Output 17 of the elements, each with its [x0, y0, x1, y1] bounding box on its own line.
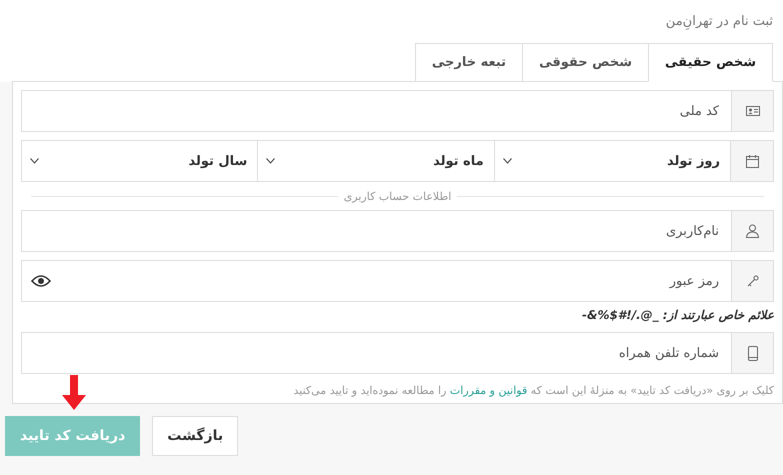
id-card-icon	[746, 105, 760, 117]
key-icon	[746, 275, 758, 287]
mobile-phone-field[interactable]: شماره تلفن همراه	[21, 332, 732, 374]
tab[interactable]: شخص حقیقی	[648, 43, 773, 82]
username-field[interactable]: نام‌کاربری	[21, 210, 732, 252]
password-field[interactable]: رمز عبور	[21, 260, 732, 302]
mobile-phone-icon	[748, 346, 758, 360]
special-characters-note: علائم خاص عبارتند از: _@./!#$%&-	[581, 308, 774, 322]
back-button[interactable]: بازگشت	[152, 416, 238, 456]
tab[interactable]: تبعه خارجی	[414, 43, 524, 82]
arrow-drawing	[61, 375, 87, 411]
section-label: اطلاعات حساب کاربری	[342, 190, 452, 202]
national-id-field[interactable]: کد ملی	[21, 90, 732, 132]
user-icon	[746, 224, 759, 238]
eye-icon[interactable]	[31, 275, 51, 287]
page-title: ثبت نام در تهرانِ‌من	[666, 14, 773, 32]
terms-notice: کلیک بر روی «دریافت کد تایید» به منزلهٔ این است که قوانین و مقررات را مطالعه نموده‌اید و تایید می‌کنید	[292, 384, 774, 397]
